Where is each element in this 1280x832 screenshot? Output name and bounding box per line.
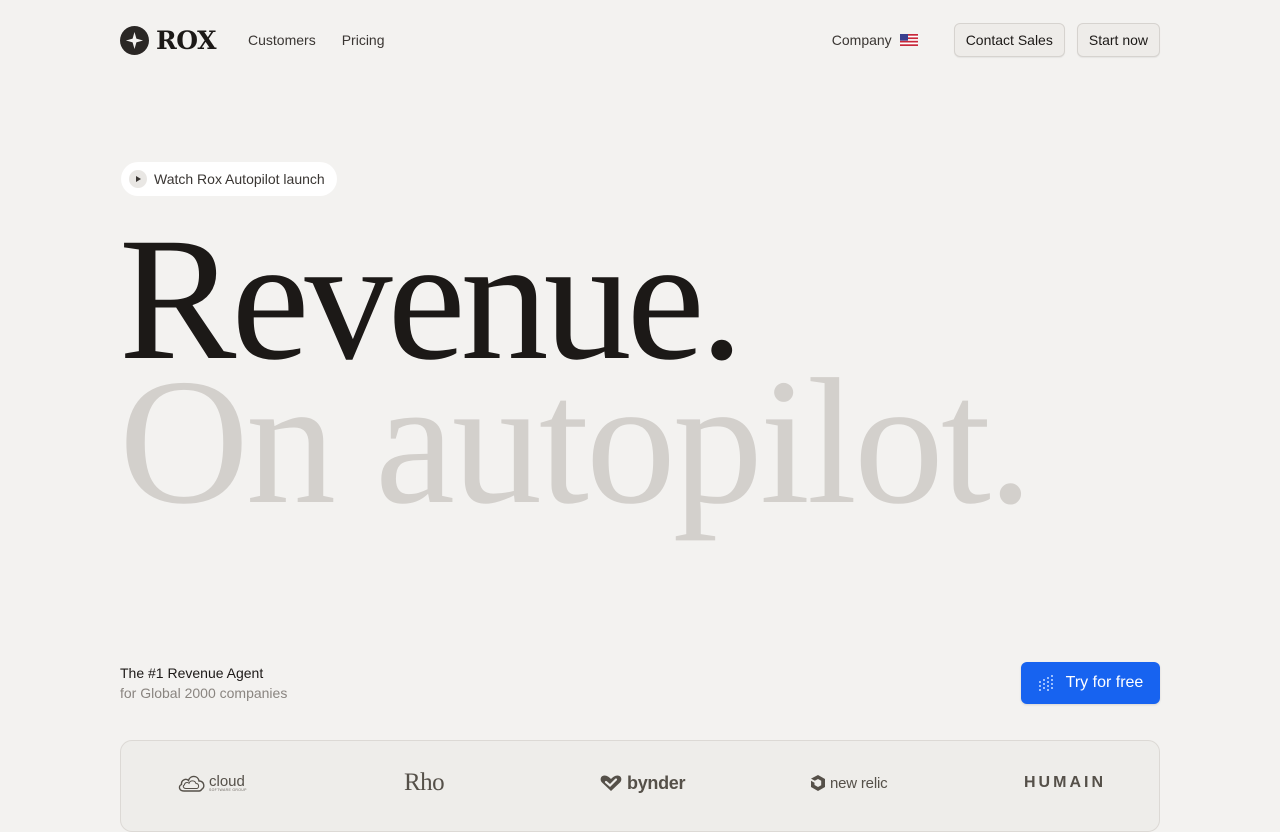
nav-left: ROX Customers Pricing [120, 25, 411, 55]
humain-logo: HUMAIN [1024, 769, 1106, 797]
rox-logo[interactable]: ROX [120, 25, 217, 55]
tagline-sub: for Global 2000 companies [120, 685, 288, 701]
watch-launch-label: Watch Rox Autopilot launch [154, 171, 325, 187]
new-relic-hex-icon [811, 775, 825, 791]
rho-wordmark: Rho [404, 769, 445, 796]
nav-link-customers[interactable]: Customers [248, 32, 316, 48]
us-flag-icon [899, 34, 918, 46]
dots-grid-icon [1038, 675, 1053, 691]
company-menu[interactable]: Company [832, 32, 918, 48]
four-point-star-icon [120, 25, 149, 55]
cloud-text: cloud SOFTWARE GROUP [209, 774, 247, 793]
watch-launch-button[interactable]: Watch Rox Autopilot launch [121, 162, 337, 196]
new-relic-wordmark: new relic [830, 774, 888, 792]
contact-sales-button[interactable]: Contact Sales [953, 23, 1065, 57]
cloud-software-group-logo: cloud SOFTWARE GROUP [177, 769, 247, 797]
cloud-subtext: SOFTWARE GROUP [209, 787, 247, 792]
nav-link-pricing[interactable]: Pricing [342, 32, 385, 48]
bynder-logo: bynder [599, 769, 686, 797]
tagline-main: The #1 Revenue Agent [120, 665, 264, 681]
nav-right: Company Contact Sales Start now [832, 23, 1160, 57]
cloud-icon [178, 775, 205, 792]
cloud-wordmark: cloud [209, 772, 245, 790]
bynder-heart-icon [600, 775, 622, 791]
try-for-free-label: Try for free [1065, 674, 1144, 691]
rho-logo: Rho [404, 769, 445, 797]
new-relic-logo: new relic [810, 769, 888, 797]
tagline: The #1 Revenue Agent for Global 2000 com… [120, 663, 287, 703]
hero-headline-line2: On autopilot. [119, 342, 1033, 541]
company-label: Company [831, 32, 892, 48]
logo-wordmark: ROX [156, 25, 217, 55]
top-nav: ROX Customers Pricing Company Contact Sa… [120, 23, 1160, 57]
bynder-wordmark: bynder [627, 772, 686, 793]
customer-logo-strip: cloud SOFTWARE GROUP Rho bynder new reli… [120, 740, 1160, 832]
play-icon [129, 170, 147, 188]
start-now-button[interactable]: Start now [1076, 23, 1160, 57]
humain-wordmark: HUMAIN [1024, 774, 1106, 791]
try-for-free-button[interactable]: Try for free [1021, 662, 1160, 704]
